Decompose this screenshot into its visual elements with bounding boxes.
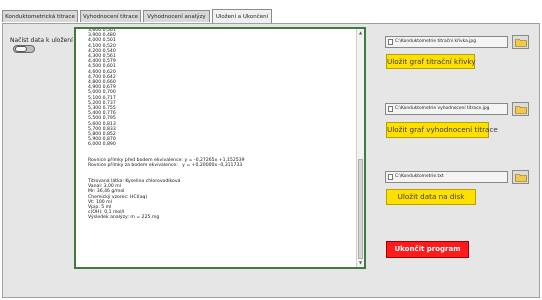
path-text: C:\Konduktometrie.txt [395, 174, 444, 179]
text-line: Výsledek analýzy: m = 225 mg [88, 215, 160, 221]
load-data-toggle[interactable] [13, 45, 35, 53]
browse-folder-button-1[interactable] [512, 35, 529, 49]
scroll-down-icon[interactable]: ▼ [357, 259, 364, 267]
tab-vyhodnoceni-analyzy[interactable]: Vyhodnocení analýzy [143, 10, 210, 22]
path-field-data-file[interactable]: C:\Konduktometrie.txt [385, 171, 508, 183]
toggle-knob [15, 46, 27, 52]
path-text: C:\Konduktometrie titrační křivka.jpg [395, 39, 476, 44]
folder-icon [515, 106, 527, 114]
data-textbox[interactable]: 3,600 0,561 3,900 0,480 4,000 0,501 4,100 0… [74, 27, 366, 269]
data-text-content: 3,600 0,561 3,900 0,480 4,000 0,501 4,100 0… [88, 29, 356, 221]
folder-icon [515, 174, 527, 182]
browse-folder-button-3[interactable] [512, 170, 529, 184]
folder-icon [515, 39, 527, 47]
scroll-up-icon[interactable]: ▲ [357, 29, 364, 37]
path-field-titration-curve[interactable]: C:\Konduktometrie titrační křivka.jpg [385, 36, 508, 48]
save-titration-evaluation-button[interactable]: Uložit graf vyhodnocení titrace [386, 122, 498, 138]
path-field-titration-evaluation[interactable]: C:\Konduktometrie vyhodnocení titrace.jp… [385, 103, 508, 115]
save-titration-curve-button[interactable]: Uložit graf titrační křivky [386, 54, 476, 69]
file-icon [388, 174, 393, 180]
tab-ulozeni-a-ukonceni[interactable]: Uložení a Ukončení [212, 9, 272, 23]
tab-konduktometricka-titrace[interactable]: Konduktometrická titrace [2, 10, 78, 22]
file-icon [388, 39, 393, 45]
scroll-thumb[interactable] [358, 159, 363, 259]
exit-program-button[interactable]: Ukončit program [386, 241, 469, 258]
load-data-label: Načíst data k uložení [10, 37, 73, 44]
tab-vyhodnoceni-titrace[interactable]: Vyhodnocení titrace [80, 10, 141, 22]
file-icon [388, 106, 393, 112]
path-text: C:\Konduktometrie vyhodnocení titrace.jp… [395, 106, 490, 111]
browse-folder-button-2[interactable] [512, 102, 529, 116]
textbox-scrollbar[interactable]: ▲ ▼ [356, 29, 364, 267]
save-data-to-disk-button[interactable]: Uložit data na disk [386, 189, 476, 205]
